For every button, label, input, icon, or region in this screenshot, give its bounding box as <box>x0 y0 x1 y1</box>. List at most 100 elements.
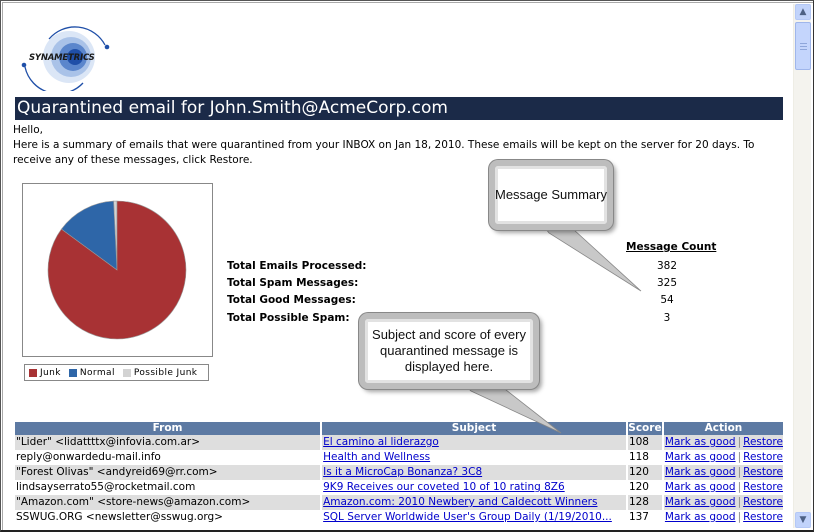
mark-as-good-link[interactable]: Mark as good <box>665 496 736 508</box>
subject-link[interactable]: SQL Server Worldwide User's Group Daily … <box>323 511 612 523</box>
legend-swatch-normal <box>68 368 77 377</box>
scrollbar-thumb[interactable] <box>795 22 811 70</box>
callout-subject-score: Subject and score of every quarantined m… <box>359 313 539 389</box>
score-cell: 118 <box>626 450 664 465</box>
from-cell: "Lider" <lidattttx@infovia.com.ar> <box>15 435 323 450</box>
action-cell: Mark as good | Restore <box>662 495 783 510</box>
callout-message-summary: Message Summary <box>489 160 613 230</box>
restore-link[interactable]: Restore <box>743 496 783 508</box>
summary-value: 3 <box>663 312 671 324</box>
mark-as-good-link[interactable]: Mark as good <box>665 511 736 523</box>
subject-link[interactable]: Health and Wellness <box>323 451 430 463</box>
summary-label: Total Emails Processed: <box>227 260 367 272</box>
vertical-scrollbar[interactable]: ▲ ▼ <box>793 4 811 528</box>
score-cell: 108 <box>626 435 664 450</box>
scroll-up-button[interactable]: ▲ <box>795 4 811 20</box>
legend-item-normal: Normal <box>68 367 115 378</box>
legend-item-junk: Junk <box>29 368 61 378</box>
subject-link[interactable]: Is it a MicroCap Bonanza? 3C8 <box>323 466 482 478</box>
grip-icon <box>799 42 807 50</box>
summary-label: Total Good Messages: <box>227 294 356 306</box>
subject-link[interactable]: Amazon.com: 2010 Newbery and Caldecott W… <box>323 496 597 508</box>
score-cell: 137 <box>626 510 664 525</box>
action-cell: Mark as good | Restore <box>663 480 783 495</box>
from-cell: "Amazon.com" <store-news@amazon.com> <box>15 495 323 510</box>
from-cell: reply@onwardedu-mail.info <box>15 450 323 465</box>
logo-text: SYNAMETRICS <box>29 53 95 63</box>
action-separator: | <box>737 496 742 508</box>
summary-row: Total Good Messages: 54 <box>227 294 727 310</box>
action-separator: | <box>737 481 742 493</box>
score-cell: 120 <box>626 480 664 495</box>
quarantine-table: From Subject Score Action "Lider" <lidat… <box>15 422 783 525</box>
table-row: "Lider" <lidattttx@infovia.com.ar> El cam… <box>15 435 783 450</box>
table-header-row: From Subject Score Action <box>15 422 783 435</box>
pie-chart <box>22 183 213 357</box>
mark-as-good-link[interactable]: Mark as good <box>665 451 736 463</box>
summary-value: 382 <box>656 260 678 272</box>
action-separator: | <box>737 466 742 478</box>
mark-as-good-link[interactable]: Mark as good <box>665 466 736 478</box>
subject-cell: 9K9 Receives our coveted 10 of 10 rating… <box>321 480 628 495</box>
legend-label: Normal <box>79 367 115 378</box>
subject-cell: El camino al liderazgo <box>321 435 628 450</box>
column-header-action: Action <box>662 422 783 435</box>
pie-chart-svg <box>47 200 187 340</box>
restore-link[interactable]: Restore <box>743 436 783 448</box>
action-cell: Mark as good | Restore <box>662 465 783 480</box>
action-cell: Mark as good | Restore <box>663 450 783 465</box>
column-header-score: Score <box>626 422 664 435</box>
from-cell: "Forest Olivas" <andyreid69@rr.com> <box>15 465 323 480</box>
chart-legend: Junk Normal Possible Junk <box>24 364 209 381</box>
summary-value: 54 <box>660 294 674 306</box>
restore-link[interactable]: Restore <box>743 511 783 523</box>
table-row: SSWUG.ORG <newsletter@sswug.org> SQL Serv… <box>15 510 783 525</box>
legend-label: Possible Junk <box>133 367 198 378</box>
mark-as-good-link[interactable]: Mark as good <box>665 481 736 493</box>
mark-as-good-link[interactable]: Mark as good <box>665 436 736 448</box>
subject-cell: Amazon.com: 2010 Newbery and Caldecott W… <box>321 495 628 510</box>
summary-value: 325 <box>656 277 678 289</box>
from-cell: lindsayserrato55@rocketmail.com <box>15 480 323 495</box>
column-header-from: From <box>15 422 323 435</box>
table-row: "Forest Olivas" <andyreid69@rr.com> Is it… <box>15 465 783 480</box>
subject-link[interactable]: 9K9 Receives our coveted 10 of 10 rating… <box>323 481 565 493</box>
score-cell: 120 <box>626 465 664 480</box>
action-separator: | <box>737 451 742 463</box>
table-row: reply@onwardedu-mail.info Health and Well… <box>15 450 783 465</box>
action-cell: Mark as good | Restore <box>663 510 783 525</box>
subject-cell: SQL Server Worldwide User's Group Daily … <box>321 510 628 525</box>
email-window: SYNAMETRICS Quarantined email for John.S… <box>0 0 814 532</box>
table-row: lindsayserrato55@rocketmail.com 9K9 Recei… <box>15 480 783 495</box>
legend-swatch-possible-junk <box>122 368 131 377</box>
score-cell: 128 <box>626 495 664 510</box>
synametrics-logo: SYNAMETRICS <box>19 21 119 95</box>
restore-link[interactable]: Restore <box>743 481 783 493</box>
greeting: Hello, <box>13 124 43 136</box>
from-cell: SSWUG.ORG <newsletter@sswug.org> <box>15 510 323 525</box>
page-title: Quarantined email for John.Smith@AcmeCor… <box>15 97 783 120</box>
subject-link[interactable]: El camino al liderazgo <box>323 436 439 448</box>
restore-link[interactable]: Restore <box>743 466 783 478</box>
restore-link[interactable]: Restore <box>743 451 783 463</box>
message-count-header: Message Count <box>626 241 717 253</box>
summary-row: Total Spam Messages: 325 <box>227 277 727 293</box>
summary-row: Total Emails Processed: 382 <box>227 260 727 276</box>
legend-swatch-junk <box>29 368 37 377</box>
summary-label: Total Spam Messages: <box>227 277 359 289</box>
chevron-down-icon: ▼ <box>799 515 807 525</box>
column-header-subject: Subject <box>321 422 628 435</box>
chevron-up-icon: ▲ <box>799 7 807 17</box>
action-separator: | <box>737 436 742 448</box>
legend-item-possible-junk: Possible Junk <box>122 367 198 378</box>
summary-label: Total Possible Spam: <box>227 312 350 324</box>
table-row: "Amazon.com" <store-news@amazon.com> Amaz… <box>15 495 783 510</box>
action-cell: Mark as good | Restore <box>662 435 783 450</box>
subject-cell: Is it a MicroCap Bonanza? 3C8 <box>321 465 628 480</box>
legend-label: Junk <box>40 367 61 378</box>
scroll-down-button[interactable]: ▼ <box>795 512 811 528</box>
action-separator: | <box>737 511 742 523</box>
subject-cell: Health and Wellness <box>321 450 628 465</box>
intro-text: Hello, Here is a summary of emails that … <box>13 123 783 168</box>
intro-body: Here is a summary of emails that were qu… <box>13 139 755 166</box>
